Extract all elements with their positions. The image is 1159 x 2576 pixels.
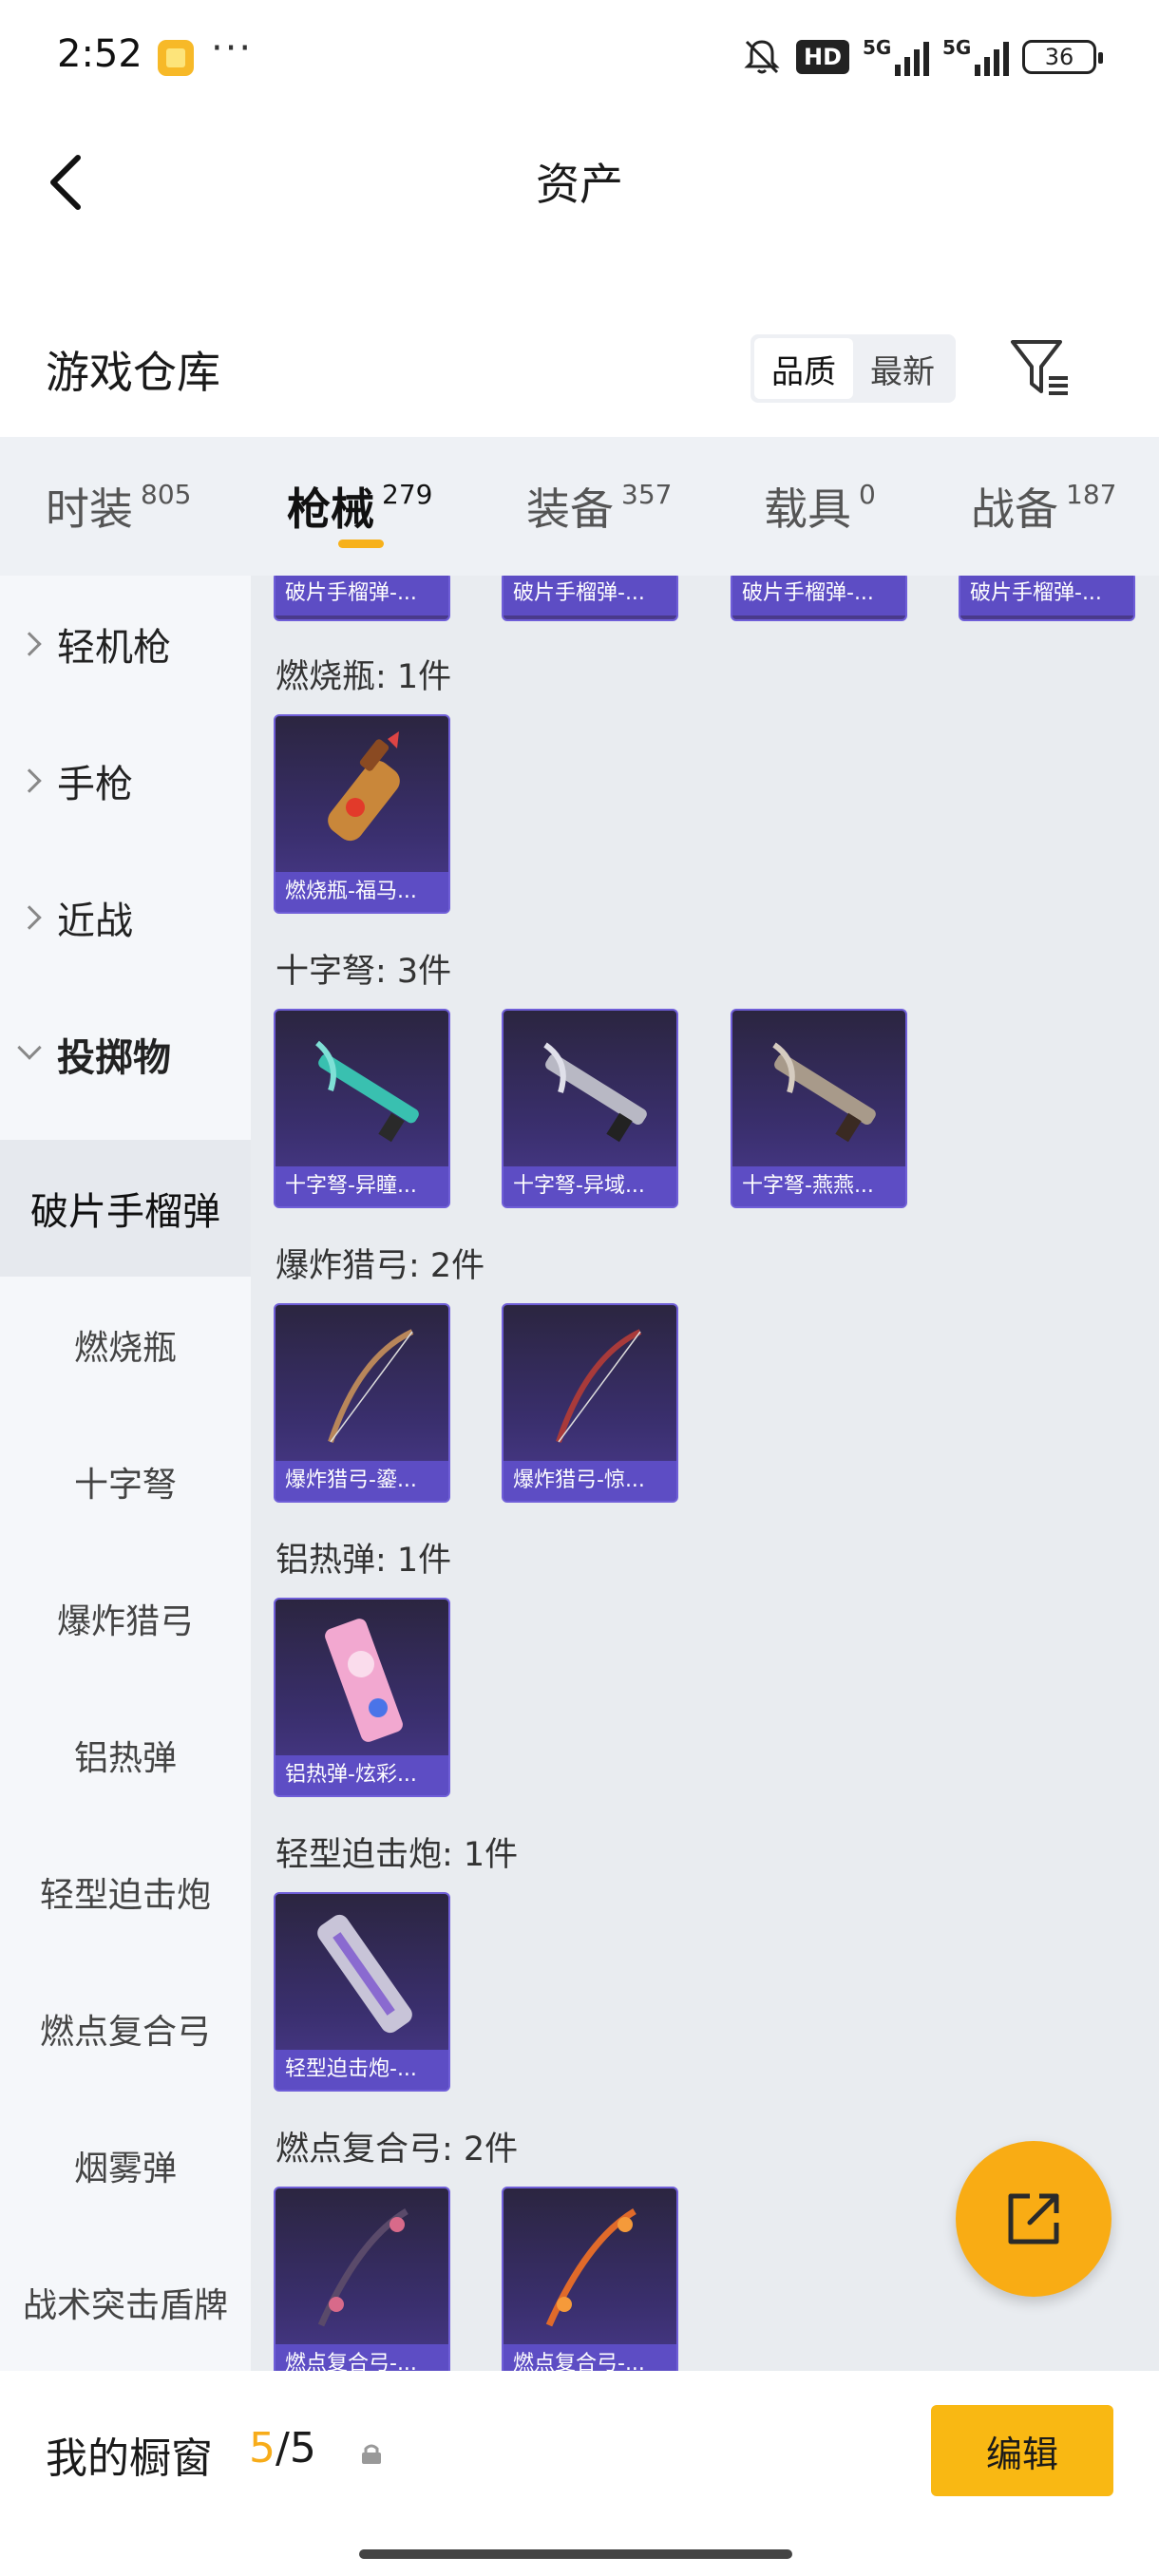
edit-button[interactable]: 编辑 <box>931 2405 1113 2496</box>
item-card[interactable]: 破片手榴弹-... <box>731 576 907 621</box>
item-card-label: 十字弩-异瞳... <box>276 1166 448 1206</box>
sidebar-group-melee[interactable]: 近战 <box>0 849 251 986</box>
status-bar: 2:52 ··· HD 5G 5G 36 <box>0 0 1159 114</box>
mute-icon <box>741 36 783 78</box>
item-card-label: 燃烧瓶-福马... <box>276 872 448 912</box>
sidebar: 轻机枪 手枪 近战 投掷物 破片手榴弹 燃烧瓶 十字弩 爆炸猎弓 铝热弹 轻型迫… <box>0 576 251 2371</box>
chevron-right-icon <box>17 768 42 793</box>
item-card[interactable]: 破片手榴弹-... <box>502 576 678 621</box>
notes-app-icon <box>158 40 194 76</box>
mortar-icon <box>317 1914 412 2034</box>
item-card[interactable]: 爆炸猎弓-鎏... <box>274 1303 450 1503</box>
share-icon <box>1008 2193 1059 2245</box>
item-card[interactable]: 爆炸猎弓-惊... <box>502 1303 678 1503</box>
crossbow-icon <box>543 1042 647 1143</box>
showcase-bar: 我的橱窗 5/5 编辑 <box>0 2371 1159 2576</box>
sidebar-item-frag-grenade[interactable]: 破片手榴弹 <box>0 1140 251 1277</box>
item-card-label: 破片手榴弹-... <box>960 576 1133 616</box>
tab-fashion[interactable]: 时装 805 <box>46 475 191 538</box>
showcase-label: 我的橱窗 <box>46 2434 213 2483</box>
sidebar-group-pistol[interactable]: 手枪 <box>0 712 251 849</box>
section-title: 燃点复合弓: 2件 <box>276 2131 519 2169</box>
app-header: 资产 <box>0 114 1159 247</box>
sort-toggle: 品质 最新 <box>750 334 956 403</box>
sort-by-quality-button[interactable]: 品质 <box>754 338 853 399</box>
item-card-label: 轻型迫击炮-... <box>276 2050 448 2090</box>
sidebar-item-thermite[interactable]: 铝热弹 <box>0 1687 251 1824</box>
showcase-count: 5/5 <box>249 2424 316 2472</box>
battery-icon: 36 <box>1022 40 1103 74</box>
share-button[interactable] <box>956 2141 1112 2297</box>
more-notifications-icon: ··· <box>211 27 254 70</box>
section-title: 爆炸猎弓: 2件 <box>276 1247 485 1285</box>
sort-by-newest-button[interactable]: 最新 <box>853 338 952 399</box>
item-card-label: 燃点复合弓-... <box>504 2344 676 2371</box>
sidebar-item-tactical-shield[interactable]: 战术突击盾牌 <box>0 2234 251 2371</box>
compound-bow-icon <box>545 2207 636 2327</box>
item-card[interactable]: 破片手榴弹-... <box>274 576 450 621</box>
filter-button[interactable] <box>1007 334 1074 401</box>
item-card-label: 铝热弹-炫彩... <box>276 1755 448 1795</box>
warehouse-title: 游戏仓库 <box>46 347 220 398</box>
compound-bow-icon <box>317 2207 408 2327</box>
item-card[interactable]: 十字弩-燕燕... <box>731 1009 907 1208</box>
section-title: 燃烧瓶: 1件 <box>276 658 452 696</box>
item-card[interactable]: 十字弩-异域... <box>502 1009 678 1208</box>
molotov-icon <box>328 731 400 842</box>
page-title: 资产 <box>536 159 623 210</box>
filter-icon <box>1011 340 1068 395</box>
bow-icon <box>328 1329 414 1443</box>
section-title: 十字弩: 3件 <box>276 953 452 991</box>
category-tabs: 时装 805 枪械 279 装备 357 载具 0 战备 187 <box>0 437 1159 576</box>
item-card[interactable]: 燃点复合弓-... <box>274 2187 450 2371</box>
tab-battle-gear[interactable]: 战备 187 <box>971 475 1116 538</box>
sidebar-group-lmg[interactable]: 轻机枪 <box>0 576 251 712</box>
chevron-right-icon <box>17 905 42 930</box>
tab-vehicles[interactable]: 载具 0 <box>764 475 876 538</box>
item-card[interactable]: 十字弩-异瞳... <box>274 1009 450 1208</box>
tab-equipment[interactable]: 装备 357 <box>526 475 672 538</box>
item-card[interactable]: 燃烧瓶-福马... <box>274 714 450 914</box>
item-card[interactable]: 燃点复合弓-... <box>502 2187 678 2371</box>
item-card-label: 破片手榴弹-... <box>504 576 676 616</box>
item-card[interactable]: 破片手榴弹-... <box>959 576 1135 621</box>
sidebar-item-explosive-bow[interactable]: 爆炸猎弓 <box>0 1550 251 1687</box>
signal-icon-2: 5G <box>942 36 1009 76</box>
sidebar-item-crossbow[interactable]: 十字弩 <box>0 1413 251 1550</box>
item-card[interactable]: 轻型迫击炮-... <box>274 1892 450 2092</box>
active-tab-indicator <box>338 540 384 548</box>
section-title: 铝热弹: 1件 <box>276 1542 452 1580</box>
chevron-down-icon <box>17 1035 42 1060</box>
item-grid: 破片手榴弹-... 破片手榴弹-... 破片手榴弹-... 破片手榴弹-... … <box>251 576 1159 2371</box>
signal-icon: 5G <box>863 36 929 76</box>
sidebar-item-compound-bow[interactable]: 燃点复合弓 <box>0 1960 251 2097</box>
item-card-label: 破片手榴弹-... <box>732 576 905 616</box>
crossbow-icon <box>772 1042 876 1143</box>
item-card-label: 破片手榴弹-... <box>276 576 448 616</box>
thermite-grenade-icon <box>325 1619 403 1742</box>
item-card-label: 燃点复合弓-... <box>276 2344 448 2371</box>
item-card-label: 十字弩-燕燕... <box>732 1166 905 1206</box>
item-card-label: 十字弩-异域... <box>504 1166 676 1206</box>
sidebar-item-molotov[interactable]: 燃烧瓶 <box>0 1277 251 1413</box>
sidebar-item-smoke-grenade[interactable]: 烟雾弹 <box>0 2097 251 2234</box>
item-card[interactable]: 铝热弹-炫彩... <box>274 1598 450 1797</box>
item-card-label: 爆炸猎弓-惊... <box>504 1461 676 1501</box>
chevron-right-icon <box>17 632 42 656</box>
hd-voice-badge: HD <box>795 40 849 74</box>
home-indicator[interactable] <box>359 2549 792 2559</box>
lock-icon <box>362 2444 381 2464</box>
sidebar-group-throwables[interactable]: 投掷物 <box>0 986 251 1123</box>
sidebar-item-light-mortar[interactable]: 轻型迫击炮 <box>0 1824 251 1960</box>
crossbow-icon <box>314 1040 419 1143</box>
item-card-label: 爆炸猎弓-鎏... <box>276 1461 448 1501</box>
section-title: 轻型迫击炮: 1件 <box>276 1836 519 1874</box>
bow-icon <box>556 1329 642 1443</box>
status-time: 2:52 <box>57 32 142 76</box>
tab-firearms[interactable]: 枪械 279 <box>287 475 432 538</box>
